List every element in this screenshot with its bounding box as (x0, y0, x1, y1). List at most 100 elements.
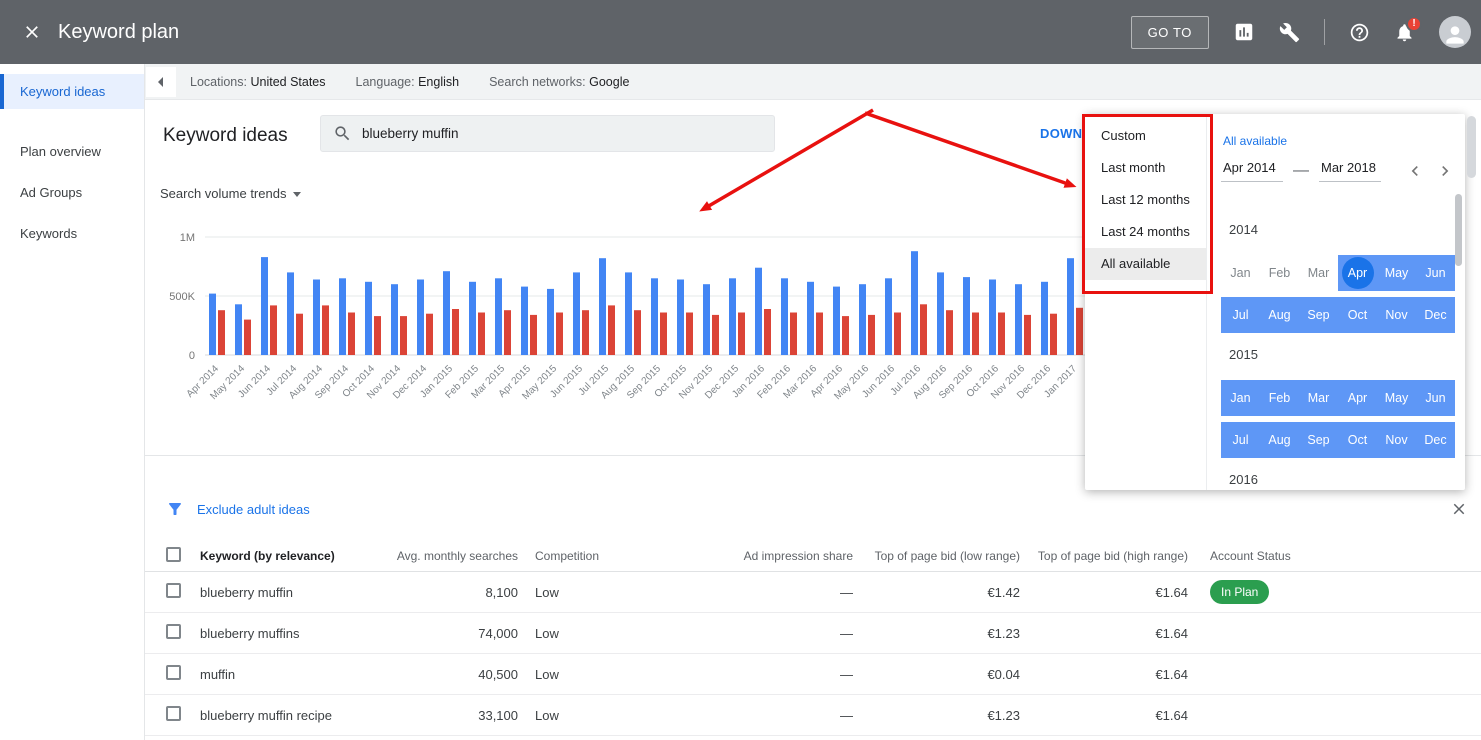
header-account-status: Account Status (1188, 549, 1481, 563)
collapse-back-icon[interactable] (146, 67, 176, 97)
calendar-month-2015-jul[interactable]: Jul (1221, 422, 1260, 458)
header-competition: Competition (518, 549, 688, 563)
end-date-field[interactable]: Mar 2018 (1319, 160, 1381, 182)
cell-competition: Low (518, 585, 688, 600)
calendar-month-2015-aug[interactable]: Aug (1260, 422, 1299, 458)
row-checkbox-cell (166, 665, 200, 683)
chevron-left-icon[interactable] (1405, 161, 1425, 181)
header-checkbox[interactable] (166, 547, 181, 562)
calendar-month-2014-jul[interactable]: Jul (1221, 297, 1260, 333)
close-ideas-icon[interactable] (1450, 500, 1468, 518)
header-top-of-page-bid-high-range: Top of page bid (high range) (1020, 549, 1188, 563)
svg-text:500K: 500K (169, 291, 195, 303)
calendar-month-2014-aug[interactable]: Aug (1260, 297, 1299, 333)
header-keyword-by-relevance: Keyword (by relevance) (200, 549, 370, 563)
row-checkbox[interactable] (166, 583, 181, 598)
search-input[interactable] (362, 126, 762, 141)
setting-value: English (418, 75, 459, 89)
setting-language[interactable]: Language: English (356, 75, 460, 89)
close-icon[interactable] (22, 22, 42, 42)
calendar-month-2015-dec[interactable]: Dec (1416, 422, 1455, 458)
help-icon[interactable] (1349, 22, 1370, 43)
cell-keyword: muffin (200, 667, 370, 682)
reports-icon[interactable] (1233, 21, 1255, 43)
calendar-month-2014-jun[interactable]: Jun (1416, 255, 1455, 291)
calendar-year-2016: 2016 (1229, 472, 1455, 487)
svg-text:1M: 1M (180, 232, 195, 244)
calendar-month-label: Jun (1425, 391, 1445, 405)
cell-bid-high: €1.64 (1020, 585, 1188, 600)
page-title: Keyword ideas (163, 125, 288, 147)
calendar-month-2014-oct[interactable]: Oct (1338, 297, 1377, 333)
calendar-month-row: Jan Feb MarApr May Jun (1221, 255, 1455, 291)
date-range-fields: Apr 2014 — Mar 2018 (1221, 160, 1455, 182)
notifications-bell-icon[interactable]: ! (1394, 22, 1415, 43)
row-checkbox-cell (166, 706, 200, 724)
date-range-popup: CustomLast monthLast 12 monthsLast 24 mo… (1085, 114, 1465, 490)
search-icon (333, 124, 352, 143)
setting-locations[interactable]: Locations: United States (190, 75, 326, 89)
calendar-month-2015-jun[interactable]: Jun (1416, 380, 1455, 416)
sidebar-item-keyword-ideas[interactable]: Keyword ideas (0, 74, 144, 109)
tools-wrench-icon[interactable] (1279, 22, 1300, 43)
row-checkbox[interactable] (166, 706, 181, 721)
calendar-month-2015-nov[interactable]: Nov (1377, 422, 1416, 458)
calendar-month-2014-apr[interactable]: Apr (1338, 255, 1377, 291)
calendar-scrollbar[interactable] (1455, 194, 1462, 266)
header-avg-monthly-searches: Avg. monthly searches (370, 549, 518, 563)
calendar-month-label: Aug (1268, 433, 1290, 447)
calendar-month-label: Nov (1385, 308, 1407, 322)
cell-bid-high: €1.64 (1020, 626, 1188, 641)
avatar[interactable] (1439, 16, 1471, 48)
calendar-month-2015-apr[interactable]: Apr (1338, 380, 1377, 416)
table-header-row: Keyword (by relevance)Avg. monthly searc… (145, 540, 1481, 572)
chevron-right-icon[interactable] (1435, 161, 1455, 181)
row-checkbox[interactable] (166, 624, 181, 639)
setting-label: Locations: (190, 75, 250, 89)
calendar-month-2015-sep[interactable]: Sep (1299, 422, 1338, 458)
exclude-adult-ideas-link[interactable]: Exclude adult ideas (197, 502, 310, 517)
calendar-month-2014-may[interactable]: May (1377, 255, 1416, 291)
row-checkbox-cell (166, 583, 200, 601)
table-row-blueberry-muffins: blueberry muffins74,000Low—€1.23€1.64 (145, 613, 1481, 654)
calendar-month-2014-sep[interactable]: Sep (1299, 297, 1338, 333)
calendar-month-label: Jul (1233, 433, 1249, 447)
setting-search-networks[interactable]: Search networks: Google (489, 75, 629, 89)
settings-subheader: Locations: United States Language: Englis… (145, 64, 1481, 100)
go-to-button[interactable]: GO TO (1131, 16, 1209, 49)
calendar-month-2015-jan[interactable]: Jan (1221, 380, 1260, 416)
calendar-month-2015-oct[interactable]: Oct (1338, 422, 1377, 458)
sidebar-item-ad-groups[interactable]: Ad Groups (0, 172, 144, 213)
settings-list: Locations: United States Language: Englis… (190, 75, 629, 89)
cell-avg-monthly-searches: 74,000 (370, 626, 518, 641)
row-checkbox[interactable] (166, 665, 181, 680)
calendar-month-label: Feb (1269, 266, 1291, 280)
setting-label: Language: (356, 75, 419, 89)
calendar-month-2014-dec[interactable]: Dec (1416, 297, 1455, 333)
selected-preset-label[interactable]: All available (1223, 134, 1455, 148)
calendar-month-2015-feb[interactable]: Feb (1260, 380, 1299, 416)
search-volume-trends-dropdown[interactable]: Search volume trends (160, 186, 301, 201)
sidebar-item-plan-overview[interactable]: Plan overview (0, 131, 144, 172)
page-scrollbar[interactable] (1467, 116, 1476, 178)
calendar-month-2015-mar[interactable]: Mar (1299, 380, 1338, 416)
preset-last-month[interactable]: Last month (1085, 152, 1206, 184)
setting-value: Google (589, 75, 629, 89)
calendar-month-2014-jan[interactable]: Jan (1221, 255, 1260, 291)
sidebar-item-keywords[interactable]: Keywords (0, 213, 144, 254)
start-date-field[interactable]: Apr 2014 (1221, 160, 1283, 182)
calendar-month-label: Jul (1233, 308, 1249, 322)
calendar-month-2014-feb[interactable]: Feb (1260, 255, 1299, 291)
calendar-years: 2014JanFebMarAprMayJunJulAugSepOctNovDec… (1221, 188, 1455, 490)
calendar-month-label: Sep (1307, 433, 1329, 447)
calendar-month-2015-may[interactable]: May (1377, 380, 1416, 416)
preset-all-available[interactable]: All available (1085, 248, 1206, 280)
calendar-month-2014-mar[interactable]: Mar (1299, 255, 1338, 291)
calendar-month-label: Dec (1424, 308, 1446, 322)
calendar-month-label: May (1385, 266, 1409, 280)
preset-last-24-months[interactable]: Last 24 months (1085, 216, 1206, 248)
preset-last-12-months[interactable]: Last 12 months (1085, 184, 1206, 216)
preset-custom[interactable]: Custom (1085, 120, 1206, 152)
row-checkbox-cell (166, 624, 200, 642)
calendar-month-2014-nov[interactable]: Nov (1377, 297, 1416, 333)
